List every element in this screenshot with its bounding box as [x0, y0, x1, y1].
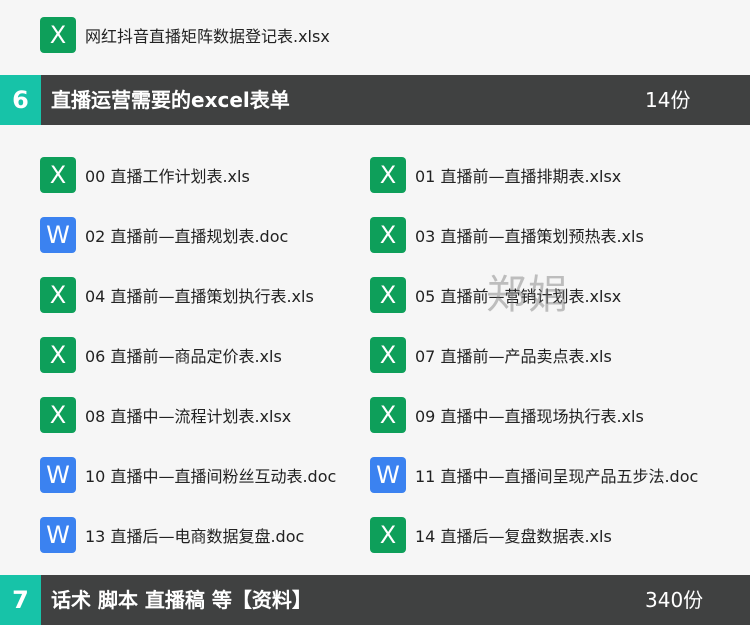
file-item[interactable]: X 09 直播中—直播现场执行表.xls — [370, 397, 644, 433]
excel-icon: X — [370, 217, 406, 253]
file-item[interactable]: W 10 直播中—直播间粉丝互动表.doc — [40, 457, 336, 493]
watermark: 郑娟 — [486, 272, 570, 318]
file-item[interactable]: X 03 直播前—直播策划预热表.xls — [370, 217, 644, 253]
section-count: 14份 — [645, 88, 691, 112]
file-name: 13 直播后—电商数据复盘.doc — [85, 527, 305, 546]
section-count: 340份 — [645, 588, 704, 612]
file-name: 网红抖音直播矩阵数据登记表.xlsx — [85, 27, 330, 46]
file-item[interactable]: X 01 直播前—直播排期表.xlsx — [370, 157, 621, 193]
file-name: 10 直播中—直播间粉丝互动表.doc — [85, 467, 337, 486]
section-header-7: 7 话术 脚本 直播稿 等【资料】 340份 — [0, 575, 750, 625]
file-name: 03 直播前—直播策划预热表.xls — [415, 227, 644, 246]
file-name: 09 直播中—直播现场执行表.xls — [415, 407, 644, 426]
excel-icon: X — [40, 337, 76, 373]
section-title: 话术 脚本 直播稿 等【资料】 — [51, 588, 312, 612]
file-item[interactable]: X 04 直播前—直播策划执行表.xls — [40, 277, 314, 313]
file-item[interactable]: W 11 直播中—直播间呈现产品五步法.doc — [370, 457, 698, 493]
excel-icon: X — [40, 157, 76, 193]
file-name: 07 直播前—产品卖点表.xls — [415, 347, 612, 366]
section-number-badge: 6 — [0, 75, 41, 125]
file-item[interactable]: X 07 直播前—产品卖点表.xls — [370, 337, 612, 373]
word-icon: W — [40, 517, 76, 553]
file-item[interactable]: X 00 直播工作计划表.xls — [40, 157, 250, 193]
file-item[interactable]: X 14 直播后—复盘数据表.xls — [370, 517, 612, 553]
section-number-badge: 7 — [0, 575, 41, 625]
excel-icon: X — [40, 17, 76, 53]
file-name: 08 直播中—流程计划表.xlsx — [85, 407, 292, 426]
file-item-prev[interactable]: X 网红抖音直播矩阵数据登记表.xlsx — [40, 17, 330, 53]
file-name: 06 直播前—商品定价表.xls — [85, 347, 282, 366]
word-icon: W — [40, 457, 76, 493]
file-name: 04 直播前—直播策划执行表.xls — [85, 287, 314, 306]
file-name: 14 直播后—复盘数据表.xls — [415, 527, 612, 546]
file-name: 11 直播中—直播间呈现产品五步法.doc — [415, 467, 699, 486]
section-title: 直播运营需要的excel表单 — [51, 88, 290, 112]
file-item[interactable]: W 02 直播前—直播规划表.doc — [40, 217, 288, 253]
file-item[interactable]: X 06 直播前—商品定价表.xls — [40, 337, 282, 373]
excel-icon: X — [40, 277, 76, 313]
word-icon: W — [40, 217, 76, 253]
file-item[interactable]: W 13 直播后—电商数据复盘.doc — [40, 517, 304, 553]
file-name: 01 直播前—直播排期表.xlsx — [415, 167, 622, 186]
excel-icon: X — [370, 517, 406, 553]
file-name: 00 直播工作计划表.xls — [85, 167, 250, 186]
section-header-6: 6 直播运营需要的excel表单 14份 — [0, 75, 750, 125]
excel-icon: X — [370, 337, 406, 373]
word-icon: W — [370, 457, 406, 493]
excel-icon: X — [370, 277, 406, 313]
file-name: 02 直播前—直播规划表.doc — [85, 227, 289, 246]
excel-icon: X — [40, 397, 76, 433]
file-item[interactable]: X 08 直播中—流程计划表.xlsx — [40, 397, 291, 433]
excel-icon: X — [370, 397, 406, 433]
excel-icon: X — [370, 157, 406, 193]
